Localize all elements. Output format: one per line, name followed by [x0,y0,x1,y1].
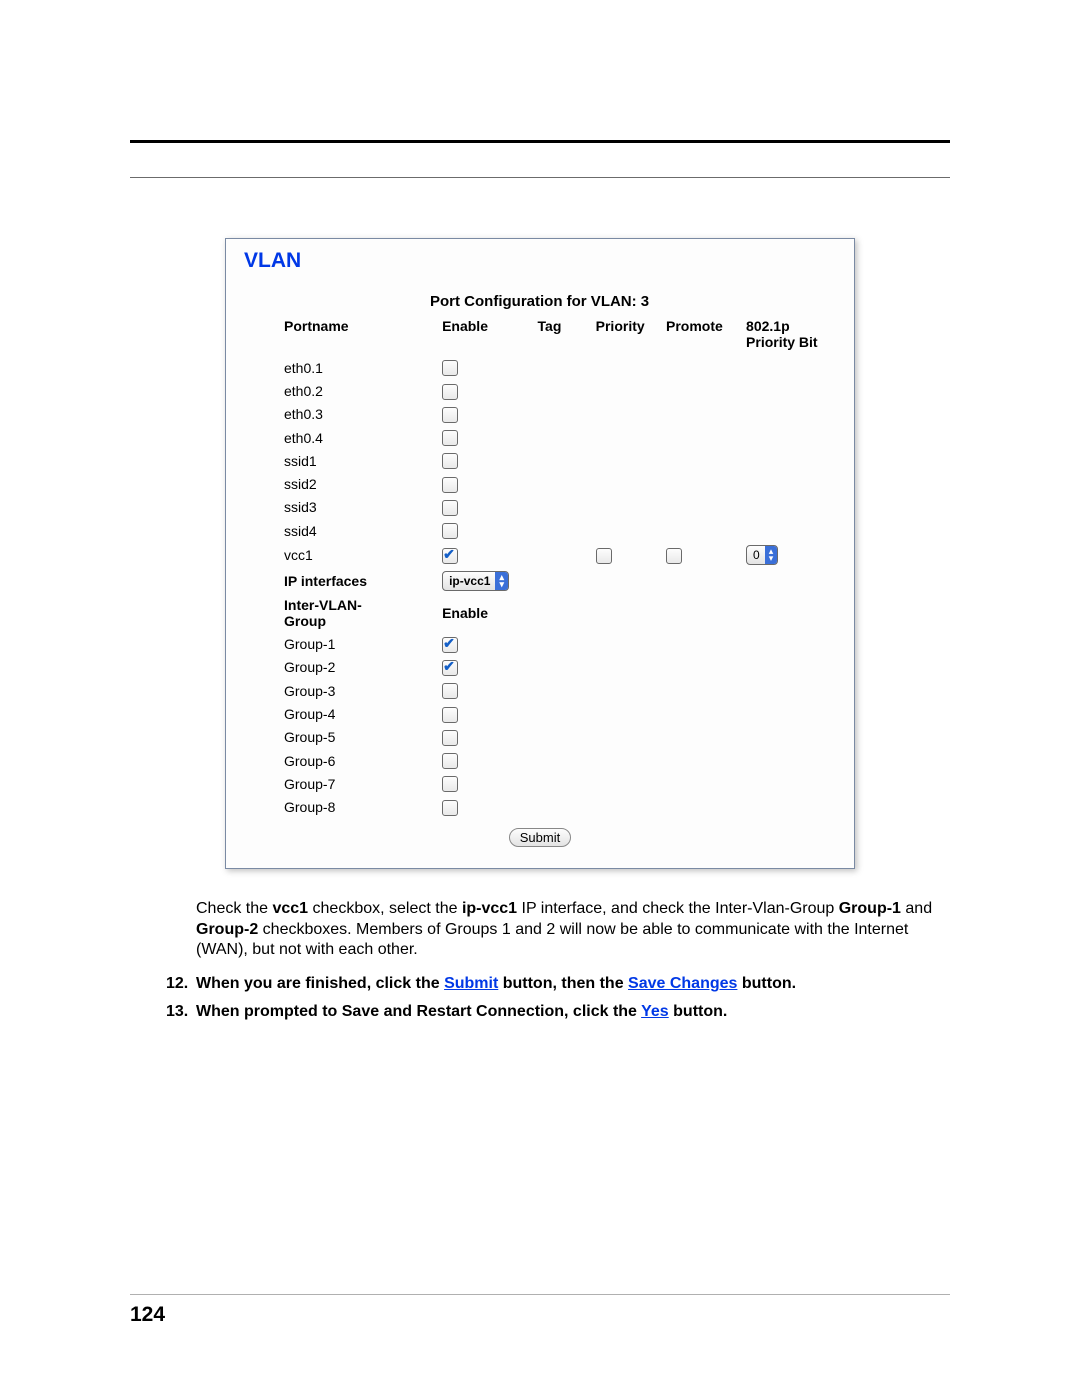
table-row: Group-6 [244,749,836,772]
group-enable-checkbox[interactable] [442,660,458,676]
port-name: eth0.1 [244,356,436,379]
table-row: Group-2 [244,656,836,679]
stepper-arrows-icon: ▴▾ [765,546,778,564]
table-row: ssid4 [244,519,836,542]
port-name: eth0.4 [244,426,436,449]
description-paragraph: Check the vcc1 checkbox, select the ip-v… [196,899,950,961]
step-text: When prompted to Save and Restart Connec… [196,1001,727,1023]
ip-interface-select[interactable]: ip-vcc1 ▴▾ [442,571,509,591]
ip-interface-value: ip-vcc1 [449,574,495,588]
header-8021p-top: 802.1p [746,318,790,334]
group-enable-checkbox[interactable] [442,683,458,699]
header-8021p: 802.1p Priority Bit [740,314,836,356]
table-row: eth0.1 [244,356,836,379]
ip-interfaces-label: IP interfaces [244,568,436,594]
table-row: Group-8 [244,795,836,818]
group-enable-checkbox[interactable] [442,753,458,769]
inter-vlan-enable-label: Enable [436,594,531,632]
card-title: VLAN [244,249,836,273]
table-row: eth0.2 [244,379,836,402]
table-row: ssid2 [244,472,836,495]
port-name: ssid1 [244,449,436,472]
table-row: Group-5 [244,726,836,749]
ip-interfaces-row: IP interfaces ip-vcc1 ▴▾ [244,568,836,594]
enable-checkbox[interactable] [442,500,458,516]
priority-bit-value: 0 [753,548,765,562]
promote-checkbox[interactable] [666,548,682,564]
group-enable-checkbox[interactable] [442,730,458,746]
submit-row: Submit [244,819,836,850]
step-number: 13. [166,1001,196,1023]
step-12: 12. When you are finished, click the Sub… [166,973,950,995]
group-name: Group-8 [244,795,436,818]
enable-checkbox[interactable] [442,477,458,493]
table-row: ssid1 [244,449,836,472]
table-row: eth0.3 [244,403,836,426]
group-name: Group-7 [244,772,436,795]
group-name: Group-2 [244,656,436,679]
header-promote: Promote [660,314,740,356]
inter-vlan-header-row: Inter-VLAN-Group Enable [244,594,836,632]
step-number: 12. [166,973,196,995]
table-row: ssid3 [244,496,836,519]
enable-checkbox[interactable] [442,384,458,400]
header-row: Portname Enable Tag Priority Promote 802… [244,314,836,356]
port-name: ssid2 [244,472,436,495]
port-name: ssid4 [244,519,436,542]
step-13: 13. When prompted to Save and Restart Co… [166,1001,950,1023]
port-name: vcc1 [244,542,436,568]
group-enable-checkbox[interactable] [442,800,458,816]
page-footer: 124 [130,1294,950,1327]
inter-vlan-group-label: Inter-VLAN-Group [244,594,436,632]
header-priority: Priority [590,314,660,356]
group-enable-checkbox[interactable] [442,707,458,723]
header-enable: Enable [436,314,531,356]
port-name: eth0.2 [244,379,436,402]
group-name: Group-1 [244,632,436,655]
submit-button[interactable]: Submit [509,828,571,847]
priority-bit-select[interactable]: 0 ▴▾ [746,545,778,565]
group-name: Group-5 [244,726,436,749]
header-portname: Portname [244,314,436,356]
top-thin-rule [130,177,950,178]
vlan-table: Portname Enable Tag Priority Promote 802… [244,314,836,850]
group-enable-checkbox[interactable] [442,776,458,792]
step-text: When you are finished, click the Submit … [196,973,796,995]
group-name: Group-3 [244,679,436,702]
footer-rule [130,1294,950,1295]
page-number: 124 [130,1303,950,1327]
table-row: eth0.4 [244,426,836,449]
group-name: Group-6 [244,749,436,772]
table-row: Group-3 [244,679,836,702]
enable-checkbox[interactable] [442,360,458,376]
enable-checkbox[interactable] [442,407,458,423]
config-heading: Port Configuration for VLAN: 3 [430,293,836,310]
port-name: eth0.3 [244,403,436,426]
table-row: Group-1 [244,632,836,655]
group-name: Group-4 [244,702,436,725]
submit-link[interactable]: Submit [444,975,498,992]
table-row: Group-7 [244,772,836,795]
header-8021p-bottom: Priority Bit [746,334,818,350]
vlan-config-card: VLAN Port Configuration for VLAN: 3 Port… [225,238,855,869]
stepper-arrows-icon: ▴▾ [495,572,508,590]
save-changes-link[interactable]: Save Changes [628,975,737,992]
enable-checkbox[interactable] [442,523,458,539]
top-thick-rule [130,140,950,143]
port-name: ssid3 [244,496,436,519]
enable-checkbox[interactable] [442,430,458,446]
group-enable-checkbox[interactable] [442,637,458,653]
priority-checkbox[interactable] [596,548,612,564]
enable-checkbox[interactable] [442,453,458,469]
yes-link[interactable]: Yes [641,1003,669,1020]
vcc1-row: vcc1 0 ▴▾ [244,542,836,568]
table-row: Group-4 [244,702,836,725]
header-tag: Tag [532,314,590,356]
enable-checkbox[interactable] [442,548,458,564]
